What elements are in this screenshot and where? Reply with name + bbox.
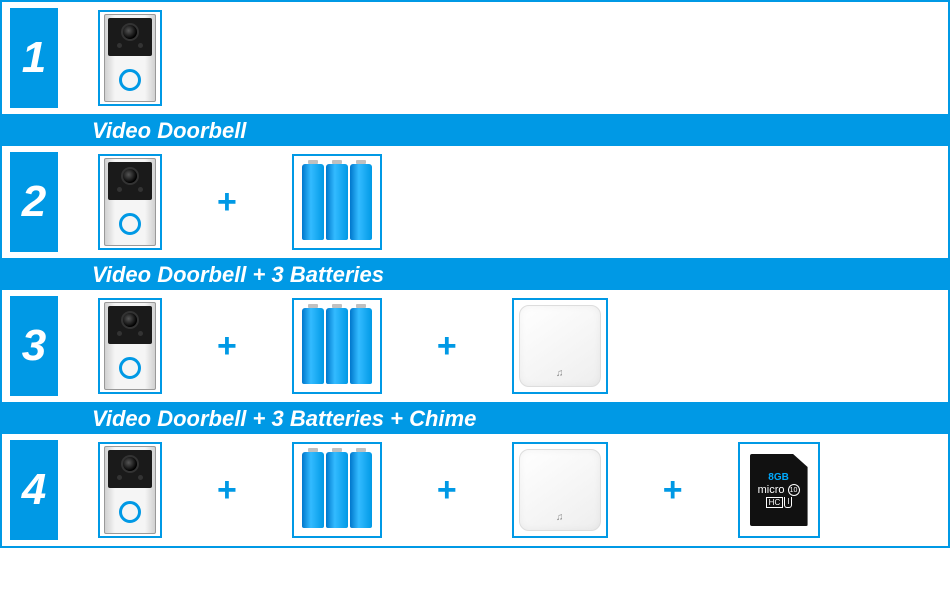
item-batteries [292, 442, 382, 538]
batteries-icon [302, 161, 372, 243]
chime-icon: ♫ [519, 449, 601, 531]
item-chime: ♫ [512, 442, 608, 538]
sd-class10-icon: 10 [788, 484, 800, 496]
option-label-2: Video Doorbell + 3 Batteries [0, 260, 950, 290]
doorbell-icon [104, 158, 156, 246]
item-sdcard: 8GB micro 10 HC I [738, 442, 820, 538]
batteries-icon [302, 305, 372, 387]
music-note-icon: ♫ [553, 368, 567, 378]
option-row-1: 1 [0, 2, 950, 116]
item-doorbell [98, 298, 162, 394]
sd-u1-icon: I [784, 497, 792, 508]
doorbell-icon [104, 446, 156, 534]
sdcard-icon: 8GB micro 10 HC I [750, 454, 808, 526]
option-number: 3 [10, 296, 58, 396]
option-row-2: 2 + [0, 146, 950, 260]
option-number: 1 [10, 8, 58, 108]
item-batteries [292, 298, 382, 394]
batteries-icon [302, 449, 372, 531]
package-options-table: 1 Video Doorbell 2 + Video Doorbell + 3 … [0, 0, 950, 548]
option-row-3: 3 + + ♫ [0, 290, 950, 404]
sd-capacity: 8GB [768, 472, 789, 484]
option-label-1: Video Doorbell [0, 116, 950, 146]
doorbell-icon [104, 14, 156, 102]
item-chime: ♫ [512, 298, 608, 394]
item-doorbell [98, 442, 162, 538]
plus-icon: + [382, 471, 512, 510]
plus-icon: + [608, 471, 738, 510]
option-number: 2 [10, 152, 58, 252]
option-label-3: Video Doorbell + 3 Batteries + Chime [0, 404, 950, 434]
plus-icon: + [162, 327, 292, 366]
item-doorbell [98, 10, 162, 106]
chime-icon: ♫ [519, 305, 601, 387]
option-number: 4 [10, 440, 58, 540]
sd-hc-label: HC [766, 497, 784, 509]
plus-icon: + [162, 183, 292, 222]
sd-micro-label: micro [758, 484, 785, 497]
item-batteries [292, 154, 382, 250]
plus-icon: + [162, 471, 292, 510]
item-doorbell [98, 154, 162, 250]
doorbell-icon [104, 302, 156, 390]
plus-icon: + [382, 327, 512, 366]
music-note-icon: ♫ [553, 512, 567, 522]
option-row-4: 4 + + ♫ + 8GB micro 10 [0, 434, 950, 548]
